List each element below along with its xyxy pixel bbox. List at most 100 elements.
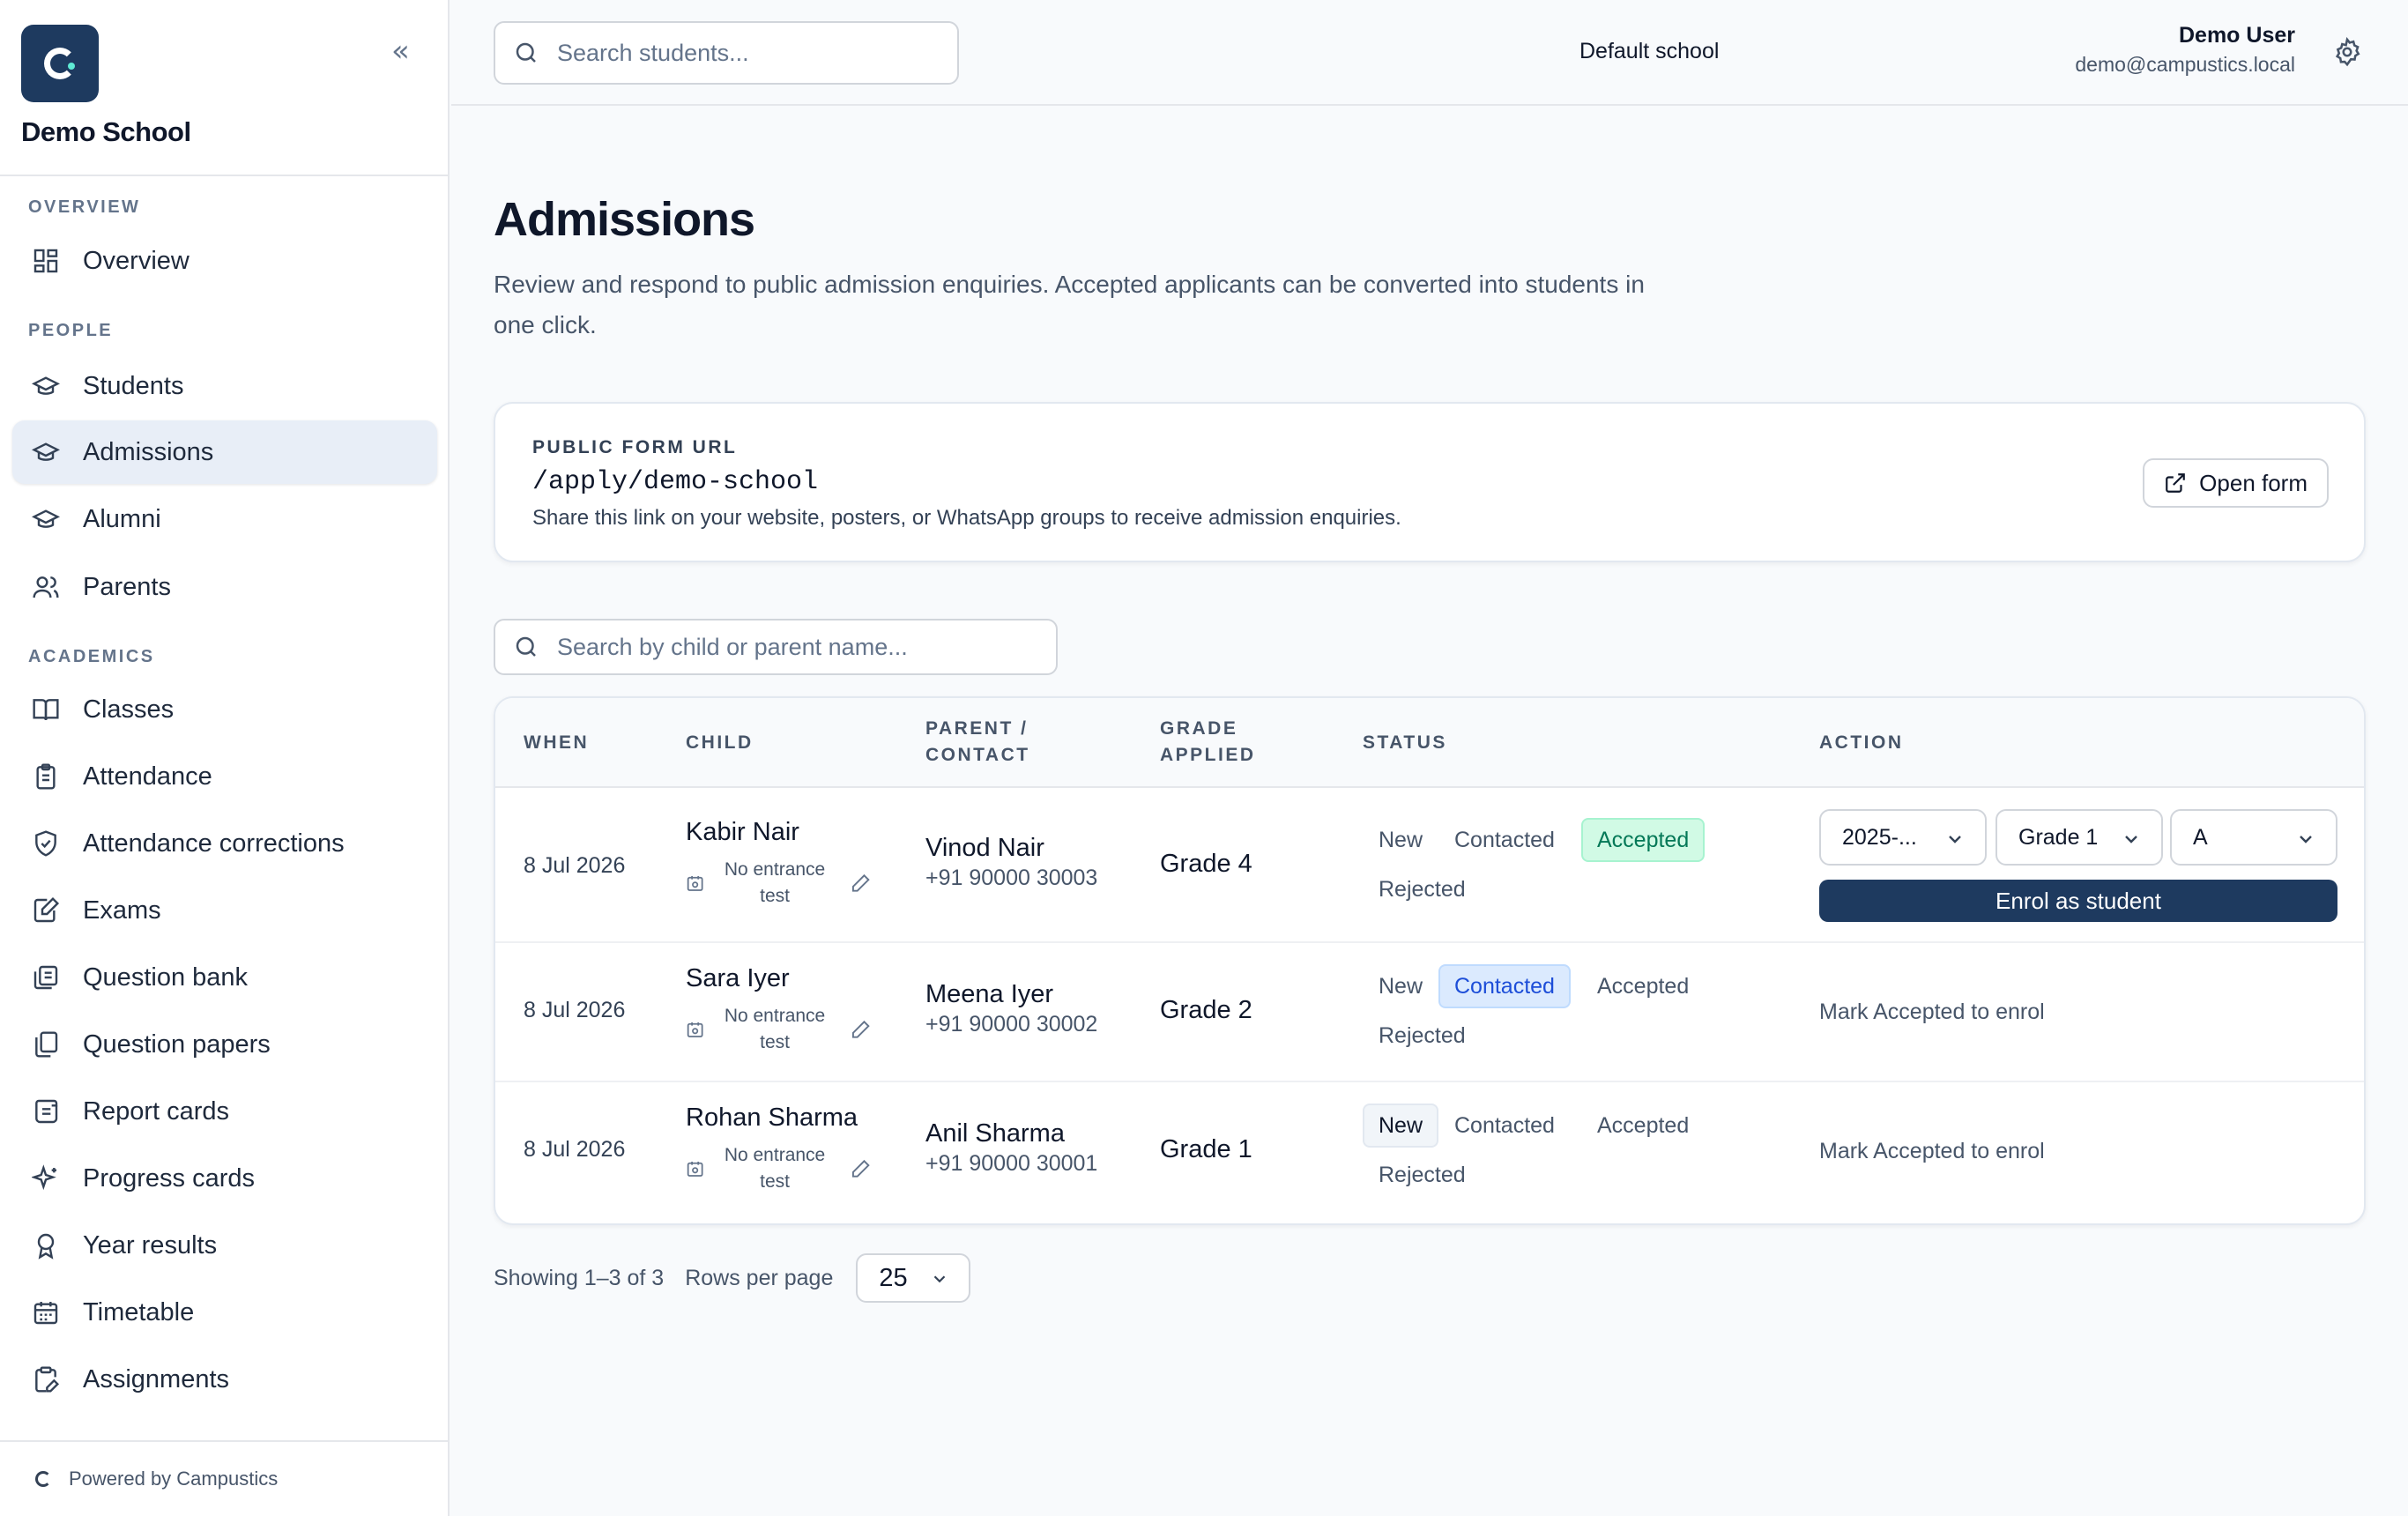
row-when: 8 Jul 2026: [524, 998, 626, 1022]
sidebar-item-timetable[interactable]: Timetable: [12, 1281, 437, 1344]
public-form-card: PUBLIC FORM URL /apply/demo-school Share…: [494, 402, 2366, 562]
enrol-grade-value: Grade 1: [2018, 824, 2099, 850]
powered-by-text: Powered by Campustics: [69, 1468, 279, 1490]
sidebar-item-label: Students: [83, 371, 184, 400]
parent-phone: +91 90000 30003: [925, 866, 1098, 890]
sidebar-item-overview[interactable]: Overview: [12, 229, 437, 293]
parent-name: Meena Iyer: [925, 980, 1054, 1008]
clipboard-icon: [36, 763, 56, 790]
status-new[interactable]: New: [1363, 964, 1438, 1008]
sidebar-item-classes[interactable]: Classes: [12, 678, 437, 741]
sidebar-item-year-results[interactable]: Year results: [12, 1214, 437, 1277]
sidebar-item-label: Attendance corrections: [83, 829, 345, 858]
rows-per-page-value: 25: [879, 1263, 908, 1292]
users-icon: [33, 576, 59, 598]
action-hint: Mark Accepted to enrol: [1819, 1000, 2045, 1024]
parent-name: Anil Sharma: [925, 1119, 1065, 1148]
sidebar-item-alumni[interactable]: Alumni: [12, 487, 437, 551]
entrance-line1: No entrance: [724, 859, 826, 880]
sidebar-item-progress-cards[interactable]: Progress cards: [12, 1147, 437, 1210]
graduation-cap-icon: [32, 509, 60, 528]
calendar-clock-icon: [687, 1162, 703, 1177]
child-name[interactable]: Kabir Nair: [686, 818, 799, 847]
sidebar-item-question-bank[interactable]: Question bank: [12, 946, 437, 1009]
status-contacted[interactable]: Contacted: [1438, 1104, 1571, 1148]
campustics-logo-icon: [35, 1471, 51, 1487]
status-accepted[interactable]: Accepted: [1581, 1104, 1705, 1148]
sidebar-item-label: Admissions: [83, 437, 214, 466]
col-status: STATUS: [1363, 732, 1447, 753]
status-rejected[interactable]: Rejected: [1363, 1153, 1482, 1197]
sidebar-item-label: Attendance: [83, 762, 212, 791]
col-action: ACTION: [1819, 732, 1904, 753]
chevron-down-icon: [934, 1275, 946, 1283]
sidebar-item-label: Exams: [83, 895, 161, 925]
col-grade[interactable]: GRADE APPLIED: [1160, 716, 1256, 769]
entrance-text: No entrance test: [715, 1003, 834, 1056]
collapse-sidebar-icon[interactable]: «: [391, 33, 410, 69]
table-row: 8 Jul 2026 Rohan Sharma No entrance test …: [495, 1082, 2364, 1223]
status-accepted[interactable]: Accepted: [1581, 818, 1706, 862]
child-name[interactable]: Sara Iyer: [686, 964, 790, 993]
open-form-button[interactable]: Open form: [2143, 458, 2329, 508]
entrance-test-info: No entrance test: [686, 1003, 871, 1056]
status-rejected[interactable]: Rejected: [1363, 867, 1482, 911]
gear-icon[interactable]: [2332, 37, 2362, 67]
academic-year-select[interactable]: 2025-...: [1819, 809, 1987, 866]
pencil-icon[interactable]: [851, 873, 871, 894]
admissions-table: WHEN CHILD PARENT / CONTACT GRADE APPLIED …: [494, 696, 2366, 1225]
sidebar-item-students[interactable]: Students: [12, 354, 437, 418]
parent-phone: +91 90000 30002: [925, 1012, 1098, 1037]
col-when[interactable]: WHEN: [524, 730, 589, 756]
edit-document-icon: [33, 896, 60, 923]
global-search[interactable]: [494, 21, 959, 85]
admissions-search-input[interactable]: [557, 633, 1033, 661]
sidebar-footer: Powered by Campustics: [0, 1440, 448, 1516]
sidebar-item-question-papers[interactable]: Question papers: [12, 1013, 437, 1076]
status-accepted[interactable]: Accepted: [1581, 964, 1705, 1008]
sidebar-item-attendance-corrections[interactable]: Attendance corrections: [12, 812, 437, 875]
section-select[interactable]: A: [2170, 809, 2337, 866]
rows-per-page-select[interactable]: 25: [856, 1253, 971, 1303]
entrance-line2: test: [760, 886, 790, 906]
search-icon: [516, 42, 536, 63]
pencil-icon[interactable]: [851, 1158, 871, 1179]
status-new[interactable]: New: [1363, 818, 1438, 862]
sidebar-item-report-cards[interactable]: Report cards: [12, 1080, 437, 1143]
entrance-test-info: No entrance test: [686, 1142, 871, 1195]
school-logo[interactable]: [21, 25, 99, 102]
child-name[interactable]: Rohan Sharma: [686, 1104, 858, 1133]
sparkles-icon: [32, 1164, 56, 1191]
search-input[interactable]: [557, 39, 927, 67]
col-child[interactable]: CHILD: [686, 730, 754, 756]
col-parent[interactable]: PARENT / CONTACT: [925, 716, 1030, 769]
top-bar: Default school Demo User demo@campustics…: [451, 0, 2408, 106]
chevron-down-icon: [2300, 836, 2312, 843]
sidebar-item-label: Report cards: [83, 1096, 230, 1126]
admissions-search[interactable]: [494, 619, 1058, 675]
enrol-grade-select[interactable]: Grade 1: [1996, 809, 2163, 866]
status-contacted[interactable]: Contacted: [1438, 818, 1571, 862]
pencil-icon[interactable]: [851, 1019, 871, 1040]
graduation-cap-icon: [32, 376, 60, 395]
grade-applied: Grade 4: [1160, 850, 1252, 878]
school-switcher[interactable]: Default school: [1579, 39, 1719, 64]
status-new[interactable]: New: [1363, 1104, 1439, 1148]
sidebar-item-label: Alumni: [83, 504, 161, 533]
sidebar-item-assignments[interactable]: Assignments: [12, 1348, 437, 1411]
sidebar-item-exams[interactable]: Exams: [12, 879, 437, 942]
status-contacted[interactable]: Contacted: [1438, 964, 1571, 1008]
status-rejected[interactable]: Rejected: [1363, 1014, 1482, 1058]
entrance-test-info: No entrance test: [686, 857, 871, 910]
sidebar-item-admissions[interactable]: Admissions: [12, 420, 437, 484]
sidebar-item-attendance[interactable]: Attendance: [12, 745, 437, 808]
table-header: WHEN CHILD PARENT / CONTACT GRADE APPLIED …: [495, 698, 2364, 788]
section-label-overview: OVERVIEW: [28, 197, 141, 217]
entrance-line2: test: [760, 1032, 790, 1052]
shield-check-icon: [35, 830, 56, 857]
sidebar-item-parents[interactable]: Parents: [12, 555, 437, 619]
grade-applied: Grade 1: [1160, 1135, 1252, 1163]
col-parent-line2: CONTACT: [925, 745, 1030, 765]
enrol-as-student-button[interactable]: Enrol as student: [1819, 880, 2337, 922]
row-when: 8 Jul 2026: [524, 853, 626, 878]
